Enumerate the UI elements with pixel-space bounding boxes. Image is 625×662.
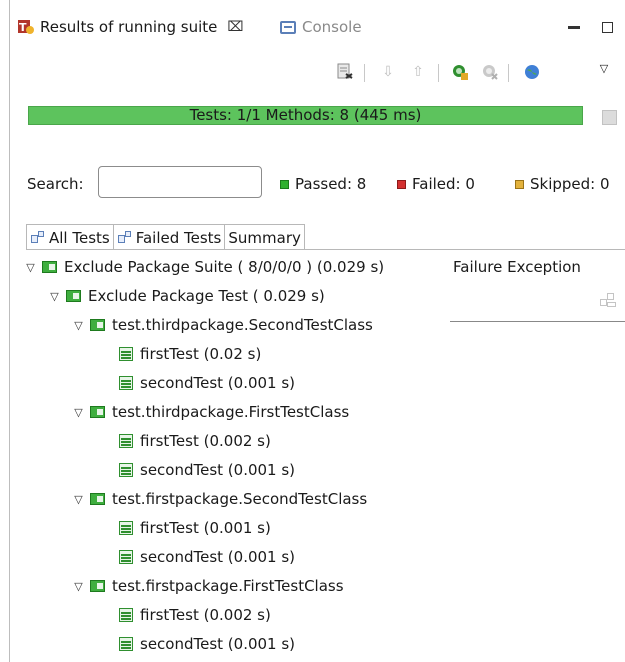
method-passed-icon [118,607,135,623]
failed-icon [397,179,406,189]
maximize-icon[interactable] [602,22,613,33]
globe-icon[interactable] [522,62,542,82]
method-label: secondTest (0.001 s) [140,635,296,653]
class-passed-icon [90,317,107,333]
tab-summary-label: Summary [228,228,301,247]
skipped-label: Skipped: 0 [530,175,610,193]
chevron-down-icon[interactable]: ▽ [72,580,85,593]
passed-icon [280,179,289,189]
progress-text: Tests: 1/1 Methods: 8 (445 ms) [189,106,422,124]
test-label: Exclude Package Test ( 0.029 s) [88,287,325,305]
chevron-down-icon[interactable]: ▽ [72,493,85,506]
suite-passed-icon [42,259,59,275]
method-label: firstTest (0.002 s) [140,432,271,450]
next-failure-icon[interactable]: ⇩ [378,62,398,82]
failure-exception-title: Failure Exception [453,258,581,276]
chevron-down-icon[interactable]: ▽ [48,290,61,303]
tree-method-row[interactable]: secondTest (0.001 s) [118,544,295,570]
method-passed-icon [118,433,135,449]
tree-method-row[interactable]: secondTest (0.001 s) [118,370,295,396]
tab-results[interactable]: T Results of running suite ⌧ [18,18,244,36]
tab-failed-tests-label: Failed Tests [135,228,222,247]
svg-text:T: T [19,21,27,34]
method-passed-icon [118,462,135,478]
passed-label: Passed: 8 [295,175,367,193]
rerun-failed-icon[interactable] [450,62,470,82]
class-label: test.thirdpackage.SecondTestClass [112,316,373,334]
method-label: secondTest (0.001 s) [140,374,296,392]
chevron-down-icon[interactable]: ▽ [24,261,37,274]
tree-method-row[interactable]: firstTest (0.002 s) [118,428,271,454]
results-subtabs: All Tests Failed Tests Summary [26,224,305,250]
tab-all-tests[interactable]: All Tests [26,224,114,250]
passed-counter: Passed: 8 [280,175,366,193]
console-icon [280,20,296,34]
failed-label: Failed: 0 [412,175,475,193]
failure-pane-divider [450,321,625,322]
method-passed-icon [118,549,135,565]
previous-failure-icon[interactable]: ⇧ [408,62,428,82]
class-label: test.firstpackage.FirstTestClass [112,577,344,595]
chevron-down-icon[interactable]: ▽ [72,319,85,332]
rerun-failed-disabled-icon[interactable] [480,62,500,82]
results-toolbar: ⇩ ⇧ ▽ [10,60,625,90]
class-label: test.thirdpackage.FirstTestClass [112,403,350,421]
class-passed-icon [90,404,107,420]
view-tab-bar: T Results of running suite ⌧ Console [10,0,625,55]
suite-label: Exclude Package Suite ( 8/0/0/0 ) (0.029… [64,258,385,276]
method-label: firstTest (0.002 s) [140,606,271,624]
view-menu-icon[interactable]: ▽ [594,58,614,78]
hierarchy-icon [117,230,132,245]
rerun-icon[interactable] [335,62,355,82]
skipped-counter: Skipped: 0 [515,175,610,193]
method-passed-icon [118,375,135,391]
search-input[interactable] [98,166,262,198]
tree-class-row[interactable]: ▽ test.firstpackage.SecondTestClass [72,486,367,512]
skipped-icon [515,179,524,189]
compare-icon[interactable] [600,293,616,309]
chevron-down-icon[interactable]: ▽ [72,406,85,419]
tab-summary[interactable]: Summary [225,224,305,250]
tree-method-row[interactable]: firstTest (0.002 s) [118,602,271,628]
tree-class-row[interactable]: ▽ test.thirdpackage.FirstTestClass [72,399,349,425]
tree-method-row[interactable]: secondTest (0.001 s) [118,457,295,483]
stop-icon[interactable] [602,110,617,125]
tab-failed-tests[interactable]: Failed Tests [113,224,226,250]
tree-test-row[interactable]: ▽ Exclude Package Test ( 0.029 s) [48,283,325,309]
test-passed-icon [66,288,83,304]
method-label: secondTest (0.001 s) [140,461,296,479]
method-passed-icon [118,520,135,536]
close-icon[interactable]: ⌧ [227,19,243,35]
search-label: Search: [27,175,84,193]
testng-results-view: T Results of running suite ⌧ Console ⇩ ⇧ [9,0,625,662]
tree-suite-row[interactable]: ▽ Exclude Package Suite ( 8/0/0/0 ) (0.0… [24,254,384,280]
tree-class-row[interactable]: ▽ test.firstpackage.FirstTestClass [72,573,344,599]
failed-counter: Failed: 0 [397,175,475,193]
class-passed-icon [90,491,107,507]
method-label: secondTest (0.001 s) [140,548,296,566]
class-label: test.firstpackage.SecondTestClass [112,490,368,508]
tree-method-row[interactable]: firstTest (0.001 s) [118,515,271,541]
method-passed-icon [118,636,135,652]
testng-icon: T [18,19,34,35]
method-label: firstTest (0.001 s) [140,519,271,537]
tab-console[interactable]: Console [280,18,362,36]
method-label: firstTest (0.02 s) [140,345,262,363]
tree-method-row[interactable]: secondTest (0.001 s) [118,631,295,657]
class-passed-icon [90,578,107,594]
tree-class-row[interactable]: ▽ test.thirdpackage.SecondTestClass [72,312,373,338]
tab-all-tests-label: All Tests [49,228,110,247]
tab-console-label: Console [302,18,362,36]
hierarchy-icon [30,230,45,245]
tab-results-label: Results of running suite [40,18,218,36]
minimize-icon[interactable] [568,26,580,29]
tree-method-row[interactable]: firstTest (0.02 s) [118,341,261,367]
method-passed-icon [118,346,135,362]
progress-bar: Tests: 1/1 Methods: 8 (445 ms) [28,106,583,125]
